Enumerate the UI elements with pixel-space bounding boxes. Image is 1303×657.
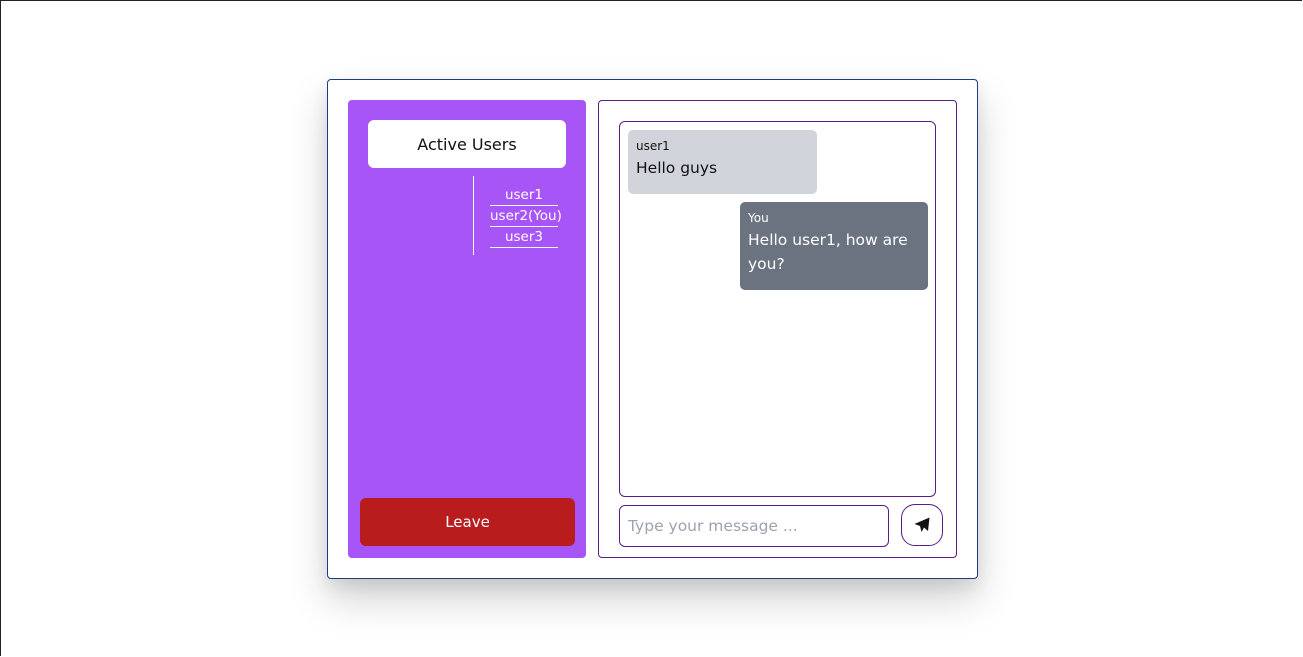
- message-text: Hello guys: [636, 159, 718, 177]
- send-button[interactable]: [901, 504, 943, 546]
- active-users-header: Active Users: [368, 120, 566, 168]
- leave-button[interactable]: Leave: [360, 498, 575, 546]
- paper-plane-icon: [914, 517, 930, 533]
- user-list-item[interactable]: user2(You): [490, 207, 562, 227]
- user-list: user1 user2(You) user3: [473, 176, 573, 255]
- chat-panel: user1 Hello guys You Hello user1, how ar…: [598, 100, 957, 558]
- message-sender: user1: [636, 139, 670, 153]
- message-text: Hello user1, how are you?: [748, 231, 908, 273]
- user-list-item[interactable]: user1: [490, 186, 558, 206]
- messages-area[interactable]: user1 Hello guys You Hello user1, how ar…: [619, 121, 936, 497]
- user-list-item[interactable]: user3: [490, 228, 558, 248]
- message-incoming: user1 Hello guys: [628, 130, 817, 194]
- message-outgoing: You Hello user1, how are you?: [740, 202, 928, 290]
- message-sender: You: [748, 211, 769, 225]
- message-input[interactable]: [619, 505, 889, 547]
- users-sidebar: Active Users user1 user2(You) user3 Leav…: [348, 100, 586, 558]
- chat-card: Active Users user1 user2(You) user3 Leav…: [327, 79, 978, 579]
